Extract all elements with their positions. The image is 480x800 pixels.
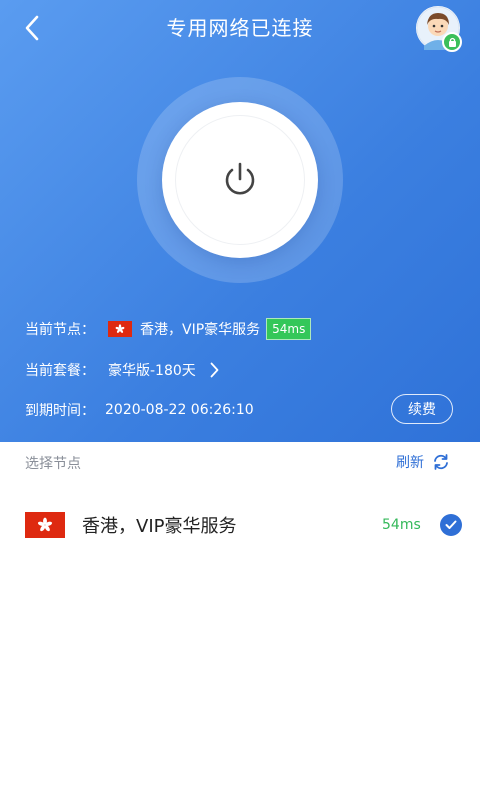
power-button-inner	[175, 115, 305, 245]
refresh-label: 刷新	[396, 455, 424, 471]
header-panel: 专用网络已连接 当前节点： 香港，VIP豪华服务 54ms 当前套餐： 豪华版-…	[0, 0, 480, 442]
refresh-icon	[434, 454, 448, 470]
expiry-label: 到期时间：	[25, 403, 95, 419]
node-latency: 54ms	[382, 517, 421, 533]
node-name: 香港，VIP豪华服务	[82, 516, 237, 537]
check-icon	[440, 514, 462, 536]
hk-flag-icon	[25, 512, 65, 538]
avatar[interactable]	[416, 6, 462, 52]
section-title: 选择节点	[25, 456, 81, 472]
current-node-value: 香港，VIP豪华服务	[140, 322, 261, 338]
current-node-latency-badge: 54ms	[266, 318, 312, 340]
renew-button[interactable]: 续费	[391, 394, 453, 424]
page-title: 专用网络已连接	[166, 16, 314, 40]
power-icon	[225, 162, 255, 195]
refresh-button[interactable]: 刷新	[396, 452, 450, 472]
expiry-row: 到期时间： 2020-08-22 06:26:10	[25, 400, 254, 420]
current-plan-value: 豪华版-180天	[108, 363, 196, 379]
power-button[interactable]	[162, 102, 318, 258]
current-node-row: 当前节点： 香港，VIP豪华服务 54ms	[25, 318, 312, 340]
lock-icon	[442, 32, 462, 52]
current-node-label: 当前节点：	[25, 322, 95, 338]
hk-flag-icon	[108, 321, 132, 337]
chevron-right-icon	[210, 362, 219, 378]
expiry-value: 2020-08-22 06:26:10	[105, 402, 254, 418]
current-plan-label: 当前套餐：	[25, 363, 95, 379]
current-plan-row[interactable]: 当前套餐： 豪华版-180天	[25, 360, 219, 380]
node-list-item[interactable]: 香港，VIP豪华服务 54ms	[0, 500, 480, 550]
